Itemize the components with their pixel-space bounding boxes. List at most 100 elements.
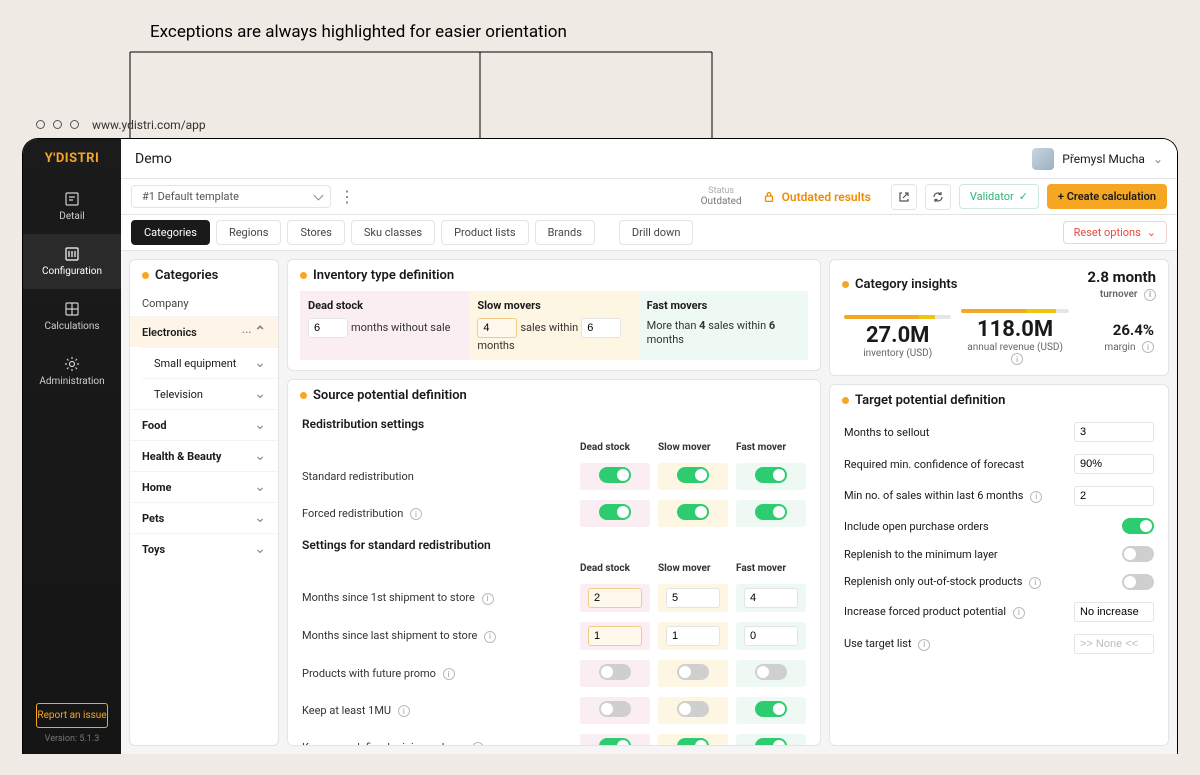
setting-row: Months since 1st shipment to store i [288, 579, 820, 617]
target-toggle[interactable] [1122, 518, 1154, 534]
input-sm[interactable] [666, 626, 720, 646]
setting-row: Products with future promo i [288, 655, 820, 692]
toggle-fm[interactable] [755, 664, 787, 680]
input-ds[interactable] [588, 626, 642, 646]
tab-brands[interactable]: Brands [535, 220, 595, 245]
app-window: Y'DISTRI Detail Configuration Calculatio… [22, 138, 1178, 754]
info-icon[interactable]: i [472, 742, 484, 746]
toggle-fm[interactable] [755, 504, 787, 520]
tree-item-pets[interactable]: Pets⌄ [130, 502, 278, 533]
target-row: Include open purchase orders [830, 512, 1168, 540]
target-label: Min no. of sales within last 6 months i [844, 489, 1042, 503]
toggle-ds[interactable] [599, 701, 631, 717]
info-icon[interactable]: i [1030, 491, 1042, 503]
reset-options-button[interactable]: Reset options ⌄ [1063, 221, 1167, 244]
tree-item-television[interactable]: Television⌄ [142, 378, 278, 409]
chevron-down-icon: ⌄ [1153, 152, 1163, 166]
create-calculation-button[interactable]: + Create calculation [1047, 184, 1167, 209]
input-fm[interactable] [744, 626, 798, 646]
chevron-down-icon: ⌄ [254, 541, 266, 557]
tree-item-home[interactable]: Home⌄ [130, 471, 278, 502]
validator-button[interactable]: Validator ✓ [959, 184, 1039, 209]
toggle-sm[interactable] [677, 664, 709, 680]
target-toggle[interactable] [1122, 574, 1154, 590]
info-icon[interactable]: i [484, 631, 496, 643]
target-potential-panel: Target potential definition Months to se… [829, 384, 1169, 746]
chevron-down-icon: ⌄ [1147, 226, 1156, 239]
tree-item-health-beauty[interactable]: Health & Beauty⌄ [130, 440, 278, 471]
nav-administration[interactable]: Administration [23, 344, 121, 399]
toggle-fm[interactable] [755, 701, 787, 717]
toggle-fm[interactable] [755, 738, 787, 746]
tab-product-lists[interactable]: Product lists [441, 220, 529, 245]
detail-icon [64, 191, 80, 207]
slow-movers-months-input[interactable] [581, 318, 621, 338]
setting-label: Keep user-defined minimum layer i [302, 741, 572, 746]
report-issue-button[interactable]: Report an issue [36, 703, 107, 728]
target-label: Required min. confidence of forecast [844, 458, 1024, 471]
tree-item-food[interactable]: Food⌄ [130, 409, 278, 440]
chevron-down-icon: ⌄ [254, 386, 266, 402]
content-area: Demo Přemysl Mucha ⌄ #1 Default template… [121, 139, 1177, 754]
info-icon[interactable]: i [398, 705, 410, 717]
slow-movers-sales-input[interactable] [477, 318, 517, 338]
tree-item-toys[interactable]: Toys⌄ [130, 533, 278, 564]
dead-stock-months-input[interactable] [308, 318, 348, 338]
nav-detail[interactable]: Detail [23, 179, 121, 234]
toggle-sm[interactable] [677, 738, 709, 746]
toggle-ds[interactable] [599, 467, 631, 483]
input-ds[interactable] [588, 588, 642, 608]
kebab-menu[interactable]: ⋮ [339, 191, 355, 203]
toggle-ds[interactable] [599, 738, 631, 746]
dot-icon [142, 272, 149, 279]
info-icon[interactable]: i [482, 593, 494, 605]
toggle-fm[interactable] [755, 467, 787, 483]
template-select[interactable]: #1 Default template [131, 185, 331, 208]
target-toggle[interactable] [1122, 546, 1154, 562]
setting-row: Keep at least 1MU i [288, 692, 820, 729]
refresh-button[interactable] [925, 184, 951, 210]
tab-regions[interactable]: Regions [216, 220, 282, 245]
target-input[interactable] [1074, 634, 1154, 654]
target-row: Increase forced product potential i [830, 596, 1168, 628]
open-external-button[interactable] [891, 184, 917, 210]
target-input[interactable] [1074, 454, 1154, 474]
target-row: Months to sellout [830, 416, 1168, 448]
nav-calculations[interactable]: Calculations [23, 289, 121, 344]
info-icon[interactable]: i [443, 668, 455, 680]
target-label: Replenish only out-of-stock products i [844, 575, 1041, 589]
tab-categories[interactable]: Categories [131, 220, 210, 245]
toggle-sm[interactable] [677, 504, 709, 520]
category-insights-panel: Category insights 2.8 monthturnover i 27… [829, 259, 1169, 376]
status-readout: Status Outdated [701, 186, 742, 207]
refresh-icon [932, 191, 944, 203]
tab-drill-down[interactable]: Drill down [619, 220, 694, 245]
info-icon[interactable]: i [918, 639, 930, 651]
redistribution-settings-title: Redistribution settings [288, 411, 820, 437]
toggle-ds[interactable] [599, 504, 631, 520]
target-input[interactable] [1074, 602, 1154, 622]
toggle-sm[interactable] [677, 467, 709, 483]
tree-item-small-equipment[interactable]: Small equipment⌄ [142, 347, 278, 378]
target-label: Include open purchase orders [844, 520, 989, 533]
info-icon[interactable]: i [1013, 607, 1025, 619]
toggle-ds[interactable] [599, 664, 631, 680]
user-menu[interactable]: Přemysl Mucha ⌄ [1032, 148, 1163, 170]
nav-configuration[interactable]: Configuration [23, 234, 121, 289]
tab-sku-classes[interactable]: Sku classes [351, 220, 435, 245]
input-fm[interactable] [744, 588, 798, 608]
toggle-sm[interactable] [677, 701, 709, 717]
input-sm[interactable] [666, 588, 720, 608]
info-icon[interactable]: i [1029, 577, 1041, 589]
info-icon[interactable]: i [1144, 289, 1156, 301]
info-icon[interactable]: i [1142, 341, 1154, 353]
target-input[interactable] [1074, 486, 1154, 506]
avatar [1032, 148, 1054, 170]
target-input[interactable] [1074, 422, 1154, 442]
brand-logo: Y'DISTRI [45, 139, 100, 179]
chevron-down-icon: ⌄ [254, 479, 266, 495]
info-icon[interactable]: i [410, 508, 422, 520]
tree-item-electronics[interactable]: Electronics ··· ⌃ [130, 316, 278, 347]
info-icon[interactable]: i [1011, 353, 1023, 365]
tab-stores[interactable]: Stores [287, 220, 344, 245]
